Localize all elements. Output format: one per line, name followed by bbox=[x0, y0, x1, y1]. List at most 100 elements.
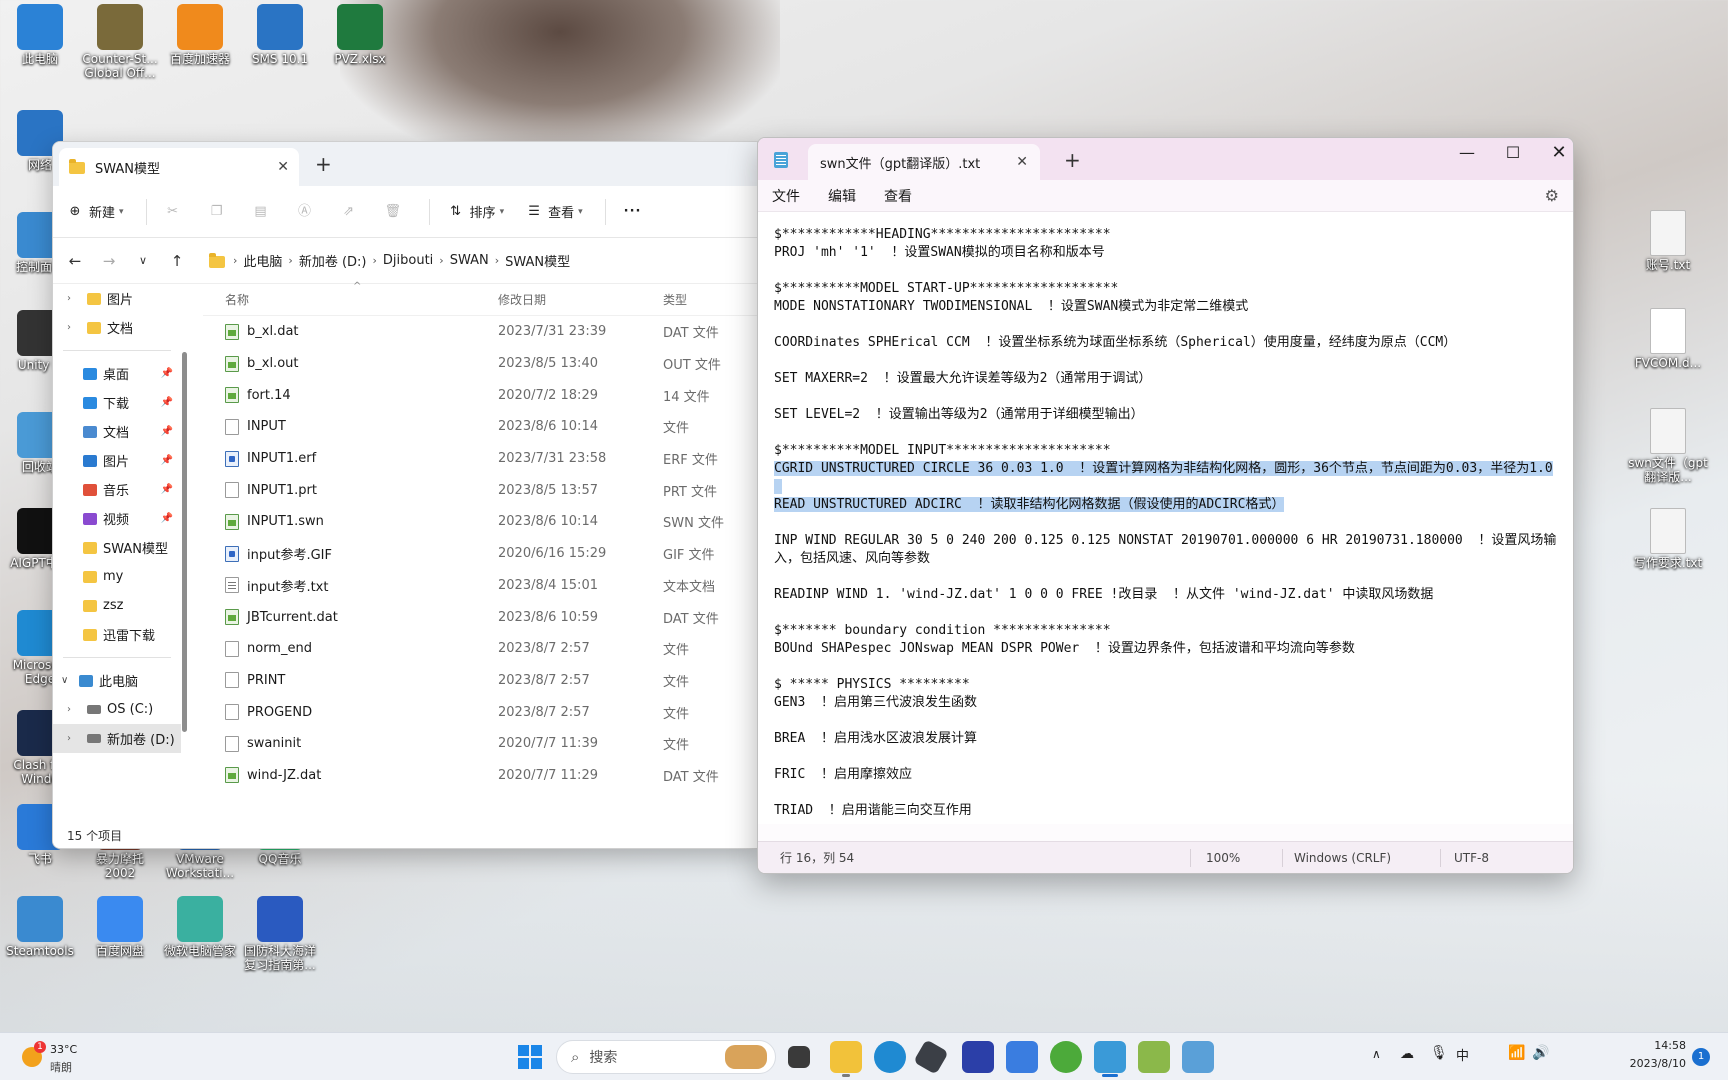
cut-button[interactable]: ✂ bbox=[165, 204, 187, 220]
paste-button[interactable]: ▤ bbox=[253, 204, 275, 220]
back-arrow-icon[interactable]: ← bbox=[63, 252, 87, 270]
new-tab-button[interactable]: + bbox=[1064, 148, 1081, 172]
task-view-icon[interactable] bbox=[788, 1046, 810, 1068]
desktop-icon-this-pc[interactable]: 此电脑 bbox=[0, 4, 80, 66]
desktop-icon-doc-review[interactable]: 国防科大海洋复习指南第... bbox=[240, 896, 320, 972]
desktop-icon-writing-txt[interactable]: 写作要求.txt bbox=[1628, 508, 1708, 570]
up-arrow-icon[interactable]: ↑ bbox=[165, 252, 189, 270]
notepad-tab[interactable]: swn文件（gpt翻译版）.txt ✕ bbox=[808, 144, 1040, 180]
sidebar-scrollbar[interactable] bbox=[182, 292, 188, 752]
share-button[interactable]: ⇗ bbox=[341, 204, 363, 220]
desktop-icon-steamtools[interactable]: Steamtools bbox=[0, 896, 80, 958]
file-row[interactable]: b_xl.dat 2023/7/31 23:39 DAT 文件 bbox=[203, 316, 757, 348]
file-row[interactable]: swaninit 2020/7/7 11:39 文件 bbox=[203, 728, 757, 760]
chevron-right-icon[interactable]: › bbox=[67, 733, 71, 744]
desktop-icon-baidu-netdisk[interactable]: 百度网盘 bbox=[80, 896, 160, 958]
view-button[interactable]: ☰ 查看 ▾ bbox=[526, 202, 582, 222]
sidebar-item[interactable]: 音乐 📌 bbox=[53, 475, 181, 504]
edge-taskbar-icon[interactable] bbox=[874, 1041, 906, 1073]
more-button[interactable]: ··· bbox=[624, 204, 642, 219]
clock[interactable]: 14:58 2023/8/10 bbox=[1606, 1033, 1686, 1080]
browser-taskbar-icon[interactable] bbox=[1050, 1041, 1082, 1073]
sidebar-item[interactable]: › 文档 bbox=[53, 313, 181, 342]
minimize-icon[interactable]: — bbox=[1444, 138, 1490, 170]
chevron-right-icon[interactable]: › bbox=[67, 704, 71, 715]
weather-widget[interactable]: 1 33°C 晴朗 bbox=[20, 1041, 110, 1075]
file-row[interactable]: INPUT1.prt 2023/8/5 13:57 PRT 文件 bbox=[203, 474, 757, 506]
sidebar-item[interactable]: zsz bbox=[53, 591, 181, 620]
app2-taskbar-icon[interactable] bbox=[1182, 1041, 1214, 1073]
desktop-icon-csgo[interactable]: Counter-St... Global Off... bbox=[80, 4, 160, 80]
copy-button[interactable]: ❐ bbox=[209, 204, 231, 220]
sidebar-item[interactable]: 迅雷下载 bbox=[53, 620, 181, 649]
cloud-icon[interactable]: ☁ bbox=[1400, 1046, 1414, 1062]
unity-taskbar-icon[interactable] bbox=[913, 1039, 949, 1075]
file-row[interactable]: wind-JZ.dat 2020/7/7 11:29 DAT 文件 bbox=[203, 760, 757, 792]
encoding[interactable]: UTF-8 bbox=[1454, 851, 1489, 865]
forward-arrow-icon[interactable]: → bbox=[97, 252, 121, 270]
notepad-text-area[interactable]: $************HEADING********************… bbox=[758, 212, 1573, 824]
app-taskbar-icon[interactable] bbox=[1138, 1041, 1170, 1073]
sidebar-item[interactable]: › 新加卷 (D:) bbox=[53, 724, 181, 753]
sidebar-item[interactable]: › OS (C:) bbox=[53, 695, 181, 724]
sidebar-item[interactable]: ∨ 此电脑 bbox=[53, 666, 181, 695]
file-row[interactable]: norm_end 2023/8/7 2:57 文件 bbox=[203, 633, 757, 665]
file-row[interactable]: JBTcurrent.dat 2023/8/6 10:59 DAT 文件 bbox=[203, 601, 757, 633]
sidebar-item[interactable]: 桌面 📌 bbox=[53, 359, 181, 388]
breadcrumb[interactable]: › 此电脑 › 新加卷 (D:) › Djibouti › SWAN › SWA… bbox=[209, 251, 576, 270]
taskbar-search[interactable]: ⌕ 搜索 bbox=[556, 1040, 776, 1074]
line-ending[interactable]: Windows (CRLF) bbox=[1294, 851, 1391, 865]
chevron-right-icon[interactable]: › bbox=[67, 322, 71, 333]
sidebar-item[interactable]: SWAN模型 bbox=[53, 533, 181, 562]
desktop-icon-sms[interactable]: SMS 10.1 bbox=[240, 4, 320, 66]
wifi-icon[interactable]: 📶 bbox=[1508, 1045, 1525, 1061]
new-button[interactable]: ⊕ 新建 ▾ bbox=[67, 202, 124, 222]
file-row[interactable]: PROGEND 2023/8/7 2:57 文件 bbox=[203, 696, 757, 728]
recent-chevron-icon[interactable]: ∨ bbox=[131, 254, 155, 267]
gear-icon[interactable]: ⚙ bbox=[1545, 186, 1559, 205]
desktop-icon-pc-manager[interactable]: 微软电脑管家 bbox=[160, 896, 240, 958]
feishu-taskbar-icon[interactable] bbox=[1006, 1041, 1038, 1073]
close-window-icon[interactable]: ✕ bbox=[1536, 138, 1573, 170]
column-name-header[interactable]: 名称 ^ bbox=[203, 281, 498, 308]
breadcrumb-item[interactable]: 此电脑 bbox=[243, 251, 282, 270]
breadcrumb-item[interactable]: 新加卷 (D:) bbox=[299, 251, 367, 270]
sidebar-item[interactable]: › 图片 bbox=[53, 284, 181, 313]
volume-icon[interactable]: 🔊 bbox=[1532, 1045, 1549, 1061]
notepad-taskbar-icon[interactable] bbox=[1094, 1041, 1126, 1073]
file-row[interactable]: INPUT 2023/8/6 10:14 文件 bbox=[203, 411, 757, 443]
visual-studio-taskbar-icon[interactable] bbox=[962, 1041, 994, 1073]
start-button[interactable] bbox=[514, 1041, 546, 1073]
file-row[interactable]: INPUT1.swn 2023/8/6 10:14 SWN 文件 bbox=[203, 506, 757, 538]
file-row[interactable]: b_xl.out 2023/8/5 13:40 OUT 文件 bbox=[203, 348, 757, 380]
breadcrumb-item[interactable]: SWAN模型 bbox=[505, 251, 570, 270]
desktop-icon-account-txt[interactable]: 账号.txt bbox=[1628, 210, 1708, 272]
breadcrumb-item[interactable]: Djibouti bbox=[383, 253, 433, 268]
file-row[interactable]: input参考.GIF 2020/6/16 15:29 GIF 文件 bbox=[203, 538, 757, 570]
menu-edit[interactable]: 编辑 bbox=[828, 186, 856, 206]
sidebar-item[interactable]: 图片 📌 bbox=[53, 446, 181, 475]
column-type-header[interactable]: 类型 bbox=[663, 291, 757, 308]
sort-button[interactable]: ⇅ 排序 ▾ bbox=[448, 202, 504, 222]
menu-view[interactable]: 查看 bbox=[884, 186, 912, 206]
zoom-level[interactable]: 100% bbox=[1206, 851, 1240, 865]
file-explorer-taskbar-icon[interactable] bbox=[830, 1041, 862, 1073]
menu-file[interactable]: 文件 bbox=[772, 186, 800, 206]
sidebar-item[interactable]: 文档 📌 bbox=[53, 417, 181, 446]
new-tab-button[interactable]: + bbox=[315, 152, 332, 176]
delete-button[interactable]: 🗑 bbox=[385, 204, 407, 220]
desktop-icon-swn-txt[interactable]: swn文件（gpt翻译版... bbox=[1628, 408, 1708, 484]
desktop-icon-fvcom-doc[interactable]: FVCOM.d... bbox=[1628, 308, 1708, 370]
file-row[interactable]: input参考.txt 2023/8/4 15:01 文本文档 bbox=[203, 570, 757, 602]
file-row[interactable]: fort.14 2020/7/2 18:29 14 文件 bbox=[203, 379, 757, 411]
rename-button[interactable]: Ⓐ bbox=[297, 204, 319, 220]
sidebar-item[interactable]: my bbox=[53, 562, 181, 591]
microphone-icon[interactable]: 🎙 bbox=[1430, 1045, 1448, 1061]
explorer-tab[interactable]: SWAN模型 ✕ bbox=[59, 148, 299, 186]
close-tab-icon[interactable]: ✕ bbox=[1016, 154, 1028, 170]
sidebar-item[interactable]: 视频 📌 bbox=[53, 504, 181, 533]
chevron-up-icon[interactable]: ∧ bbox=[1372, 1047, 1381, 1061]
chevron-right-icon[interactable]: › bbox=[67, 293, 71, 304]
chevron-down-icon[interactable]: ∨ bbox=[61, 675, 68, 686]
sidebar-item[interactable]: 下载 📌 bbox=[53, 388, 181, 417]
